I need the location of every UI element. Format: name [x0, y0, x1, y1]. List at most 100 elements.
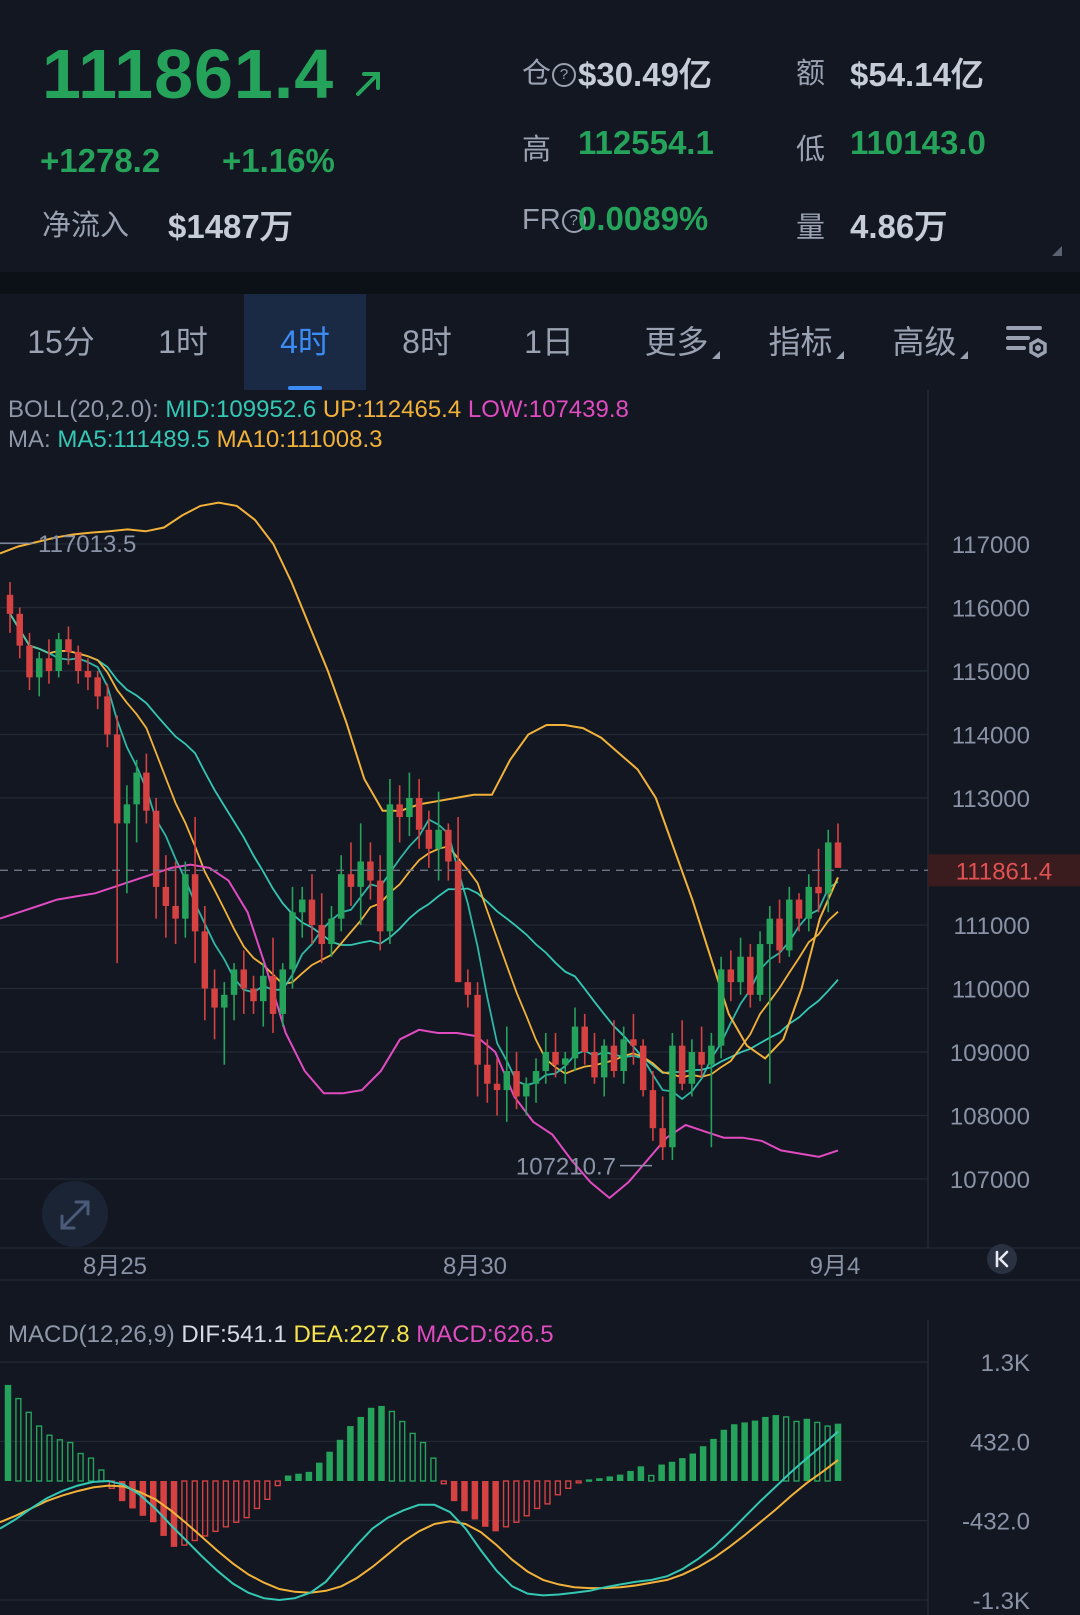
candle-body [493, 1083, 501, 1091]
macd-tick-label: 1.3K [981, 1350, 1030, 1377]
candle [55, 632, 62, 678]
macd-bar [699, 1446, 707, 1481]
candle [464, 969, 472, 1008]
candle [250, 975, 257, 1014]
tab-label: 指标 [768, 324, 833, 360]
tab-more[interactable]: 更多 [620, 294, 744, 390]
tab-label: 8时 [402, 324, 452, 360]
candle [649, 1071, 657, 1141]
macd-bar [596, 1478, 603, 1481]
tab-advanced[interactable]: 高级 [868, 294, 992, 390]
candle-body [630, 1039, 637, 1046]
candle-body [35, 658, 43, 678]
macd-bar [710, 1438, 717, 1481]
tab-15m[interactable]: 15分 [0, 294, 122, 390]
scroll-latest-button[interactable] [987, 1244, 1017, 1274]
macd-bar [492, 1481, 499, 1532]
candle-body [94, 677, 101, 697]
candle [503, 1026, 511, 1122]
candle-body [717, 969, 725, 1046]
candle-body [182, 874, 189, 919]
price-tick-label: 109000 [950, 1040, 1030, 1067]
open-interest-label[interactable]: 仓? [522, 50, 577, 92]
macd-bar [751, 1420, 759, 1481]
candle [386, 778, 394, 945]
candle-body [688, 1052, 696, 1084]
macd-bar [533, 1480, 541, 1510]
macd-bar [554, 1480, 562, 1496]
funding-rate-label[interactable]: FR? [522, 204, 587, 237]
candle [747, 944, 754, 1008]
candle-body [172, 905, 179, 919]
candle [376, 855, 384, 951]
macd-tick-label: -1.3K [973, 1588, 1030, 1615]
macd-bar [56, 1439, 64, 1482]
candle [639, 1039, 647, 1097]
help-icon[interactable]: ? [552, 63, 577, 88]
candle-body [201, 931, 209, 989]
candle-body [474, 994, 481, 1065]
macd-chart[interactable]: 1.3K 432.0 -432.0 -1.3K [0, 1320, 1080, 1615]
price-tick-label: 111000 [953, 913, 1030, 940]
chart-settings-icon[interactable] [1004, 318, 1052, 366]
macd-bar [616, 1474, 624, 1481]
candle [513, 1052, 520, 1110]
expand-corner-icon[interactable] [1052, 246, 1062, 256]
price-up-arrow-icon [356, 72, 380, 96]
candle-body [347, 874, 355, 887]
tab-1d[interactable]: 1日 [488, 294, 610, 390]
candle-body [298, 899, 306, 913]
candle-body [123, 804, 131, 824]
candle [620, 1026, 627, 1084]
candle-body [133, 772, 140, 805]
macd-bar [793, 1420, 800, 1482]
ma10-line [9, 613, 839, 1079]
candle-body [776, 918, 783, 951]
candle-body [84, 671, 92, 678]
price-tick-label: 110000 [952, 977, 1030, 1004]
macd-bar [222, 1480, 230, 1528]
candle [347, 842, 355, 906]
candle [396, 785, 403, 843]
candle-body [620, 1039, 627, 1072]
candle-body [532, 1071, 540, 1084]
dropdown-triangle-icon [959, 351, 968, 359]
candle-body [698, 1052, 705, 1065]
candle [737, 937, 744, 995]
candle-body [454, 861, 462, 983]
funding-rate-value: 0.0089% [578, 200, 709, 237]
candle [201, 905, 209, 1021]
macd-bar [253, 1480, 261, 1510]
candle-body [269, 975, 277, 1014]
macd-bar [388, 1410, 396, 1482]
tab-label: 1时 [158, 324, 208, 360]
candle [406, 772, 413, 837]
macd-bar [336, 1439, 344, 1481]
net-inflow-value: $1487万 [168, 208, 293, 245]
high-label: 高 [522, 134, 552, 166]
candlestick-chart[interactable]: 117000 116000 115000 114000 113000 111000 1100… [0, 390, 1080, 1320]
price-tick-label: 113000 [952, 786, 1030, 813]
candle-body [26, 645, 33, 678]
candle-body [308, 899, 316, 925]
tab-8h[interactable]: 8时 [366, 294, 488, 390]
macd-bar [648, 1474, 655, 1482]
candle [172, 861, 179, 945]
tab-1h[interactable]: 1时 [122, 294, 244, 390]
candle [337, 855, 345, 932]
candle [669, 1032, 676, 1160]
candle [74, 645, 82, 684]
macd-bar [274, 1480, 281, 1487]
candle-body [766, 918, 774, 945]
candle-body [211, 988, 218, 1008]
tab-4h[interactable]: 4时 [244, 294, 366, 390]
macd-bar [523, 1480, 530, 1517]
tab-indicators[interactable]: 指标 [744, 294, 868, 390]
candle-body [357, 861, 364, 887]
candle [16, 607, 23, 659]
candle [328, 905, 335, 957]
interval-tabs: 15分 1时 4时 8时 1日 更多 指标 高级 [0, 294, 1080, 390]
macd-bar [440, 1480, 447, 1485]
candle [600, 1039, 608, 1097]
fullscreen-button[interactable] [42, 1181, 108, 1247]
